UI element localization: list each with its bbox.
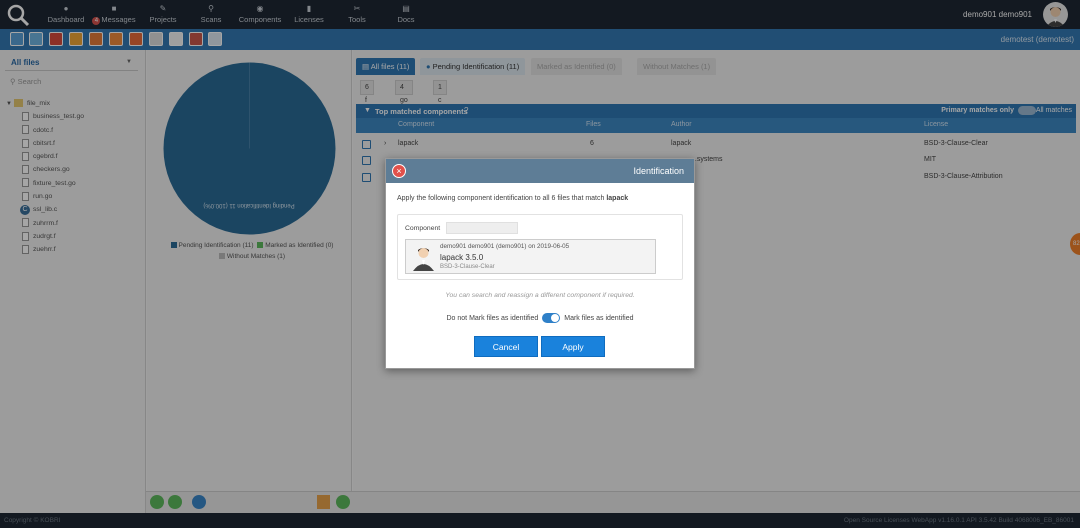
card-license: BSD-3-Clause-Clear xyxy=(440,264,495,270)
toggle-right-label: Mark files as identified xyxy=(564,314,634,322)
user-avatar-icon xyxy=(413,248,434,271)
card-component-version: lapack 3.5.0 xyxy=(440,253,484,262)
component-card[interactable]: demo901 demo901 (demo901) on 2019-06-05 … xyxy=(405,239,656,274)
component-label: Component xyxy=(405,225,441,232)
mark-identified-toggle-row: Do not Mark files as identified Mark fil… xyxy=(386,313,694,323)
identification-dialog: × Identification Apply the following com… xyxy=(385,158,695,369)
close-icon[interactable]: × xyxy=(392,164,406,178)
dialog-title: Identification xyxy=(633,166,684,176)
component-search-input[interactable] xyxy=(446,222,518,234)
toggle-left-label: Do not Mark files as identified xyxy=(446,314,539,322)
cancel-button[interactable]: Cancel xyxy=(474,336,538,357)
dialog-message: Apply the following component identifica… xyxy=(397,195,629,202)
reassign-note: You can search and reassign a different … xyxy=(445,292,635,299)
mark-identified-toggle[interactable] xyxy=(542,313,561,323)
component-box: Component demo901 demo901 (demo901) on 2… xyxy=(397,214,683,280)
apply-button[interactable]: Apply xyxy=(541,336,605,357)
dialog-header: × Identification xyxy=(386,159,694,183)
card-identified-by: demo901 demo901 (demo901) on 2019-06-05 xyxy=(440,243,570,250)
